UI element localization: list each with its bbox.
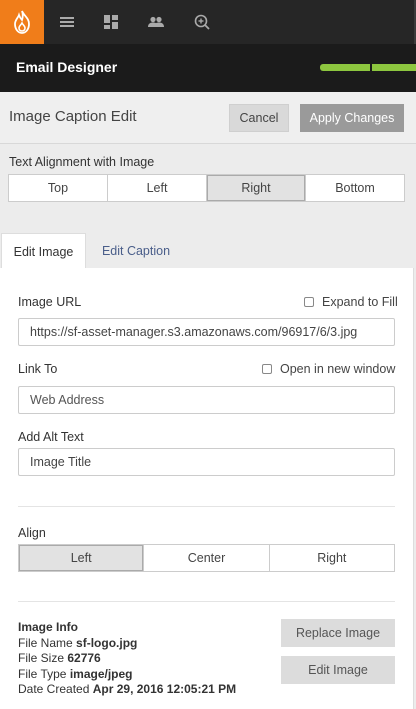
- top-nav: [0, 0, 416, 44]
- align-label: Align: [18, 526, 46, 540]
- file-size-row: File Size 62776: [18, 651, 101, 665]
- replace-image-button[interactable]: Replace Image: [281, 619, 395, 647]
- title-bar: Email Designer: [0, 44, 416, 92]
- menu-icon[interactable]: [45, 0, 89, 44]
- align-left-option[interactable]: Left: [19, 545, 145, 571]
- link-to-label: Link To: [18, 362, 58, 376]
- open-new-window-label: Open in new window: [280, 362, 396, 376]
- checkbox-box[interactable]: [304, 297, 314, 307]
- apply-changes-button[interactable]: Apply Changes: [300, 104, 404, 132]
- progress-segment-2: [372, 64, 416, 71]
- checkbox-box[interactable]: [262, 364, 272, 374]
- expand-to-fill-label: Expand to Fill: [322, 295, 398, 309]
- file-name-row: File Name sf-logo.jpg: [18, 635, 138, 650]
- alt-text-input[interactable]: Image Title: [18, 448, 395, 476]
- file-type-row: File Type image/jpeg: [18, 666, 133, 681]
- flame-logo-icon[interactable]: [0, 0, 44, 44]
- divider: [18, 506, 395, 507]
- text-align-right-option[interactable]: Right: [207, 175, 306, 201]
- app-title: Email Designer: [16, 59, 118, 75]
- edit-image-button[interactable]: Edit Image: [281, 656, 395, 684]
- text-align-top-option[interactable]: Top: [9, 175, 108, 201]
- image-url-label: Image URL: [18, 295, 82, 309]
- text-alignment-label: Text Alignment with Image: [9, 155, 155, 169]
- tab-edit-caption[interactable]: Edit Caption: [90, 233, 182, 269]
- image-url-input[interactable]: https://sf-asset-manager.s3.amazonaws.co…: [18, 318, 395, 346]
- align-center-option[interactable]: Center: [144, 545, 270, 571]
- align-right-option[interactable]: Right: [270, 545, 394, 571]
- text-align-left-option[interactable]: Left: [108, 175, 207, 201]
- open-new-window-checkbox[interactable]: Open in new window: [262, 362, 395, 376]
- expand-to-fill-checkbox[interactable]: Expand to Fill: [304, 295, 398, 309]
- search-icon[interactable]: [180, 0, 224, 44]
- tab-edit-image[interactable]: Edit Image: [1, 233, 86, 269]
- progress-segment-1: [320, 64, 370, 71]
- image-info-heading: Image Info: [18, 620, 79, 634]
- align-selector: Left Center Right: [18, 544, 395, 572]
- text-alignment-selector: Top Left Right Bottom: [8, 174, 405, 202]
- alt-text-label: Add Alt Text: [18, 430, 84, 444]
- date-created-row: Date Created Apr 29, 2016 12:05:21 PM: [18, 682, 237, 696]
- link-to-input[interactable]: Web Address: [18, 386, 395, 414]
- tab-bar: Edit Image Edit Caption: [0, 233, 416, 269]
- dashboard-icon[interactable]: [89, 0, 133, 44]
- text-align-bottom-option[interactable]: Bottom: [306, 175, 404, 201]
- panel-title: Image Caption Edit: [9, 108, 137, 125]
- cancel-button[interactable]: Cancel: [229, 104, 289, 132]
- divider: [18, 601, 395, 602]
- panel-header: Image Caption Edit Cancel Apply Changes: [0, 92, 416, 144]
- image-info: Image Info File Name sf-logo.jpg File Si…: [18, 620, 236, 698]
- users-icon[interactable]: [134, 0, 178, 44]
